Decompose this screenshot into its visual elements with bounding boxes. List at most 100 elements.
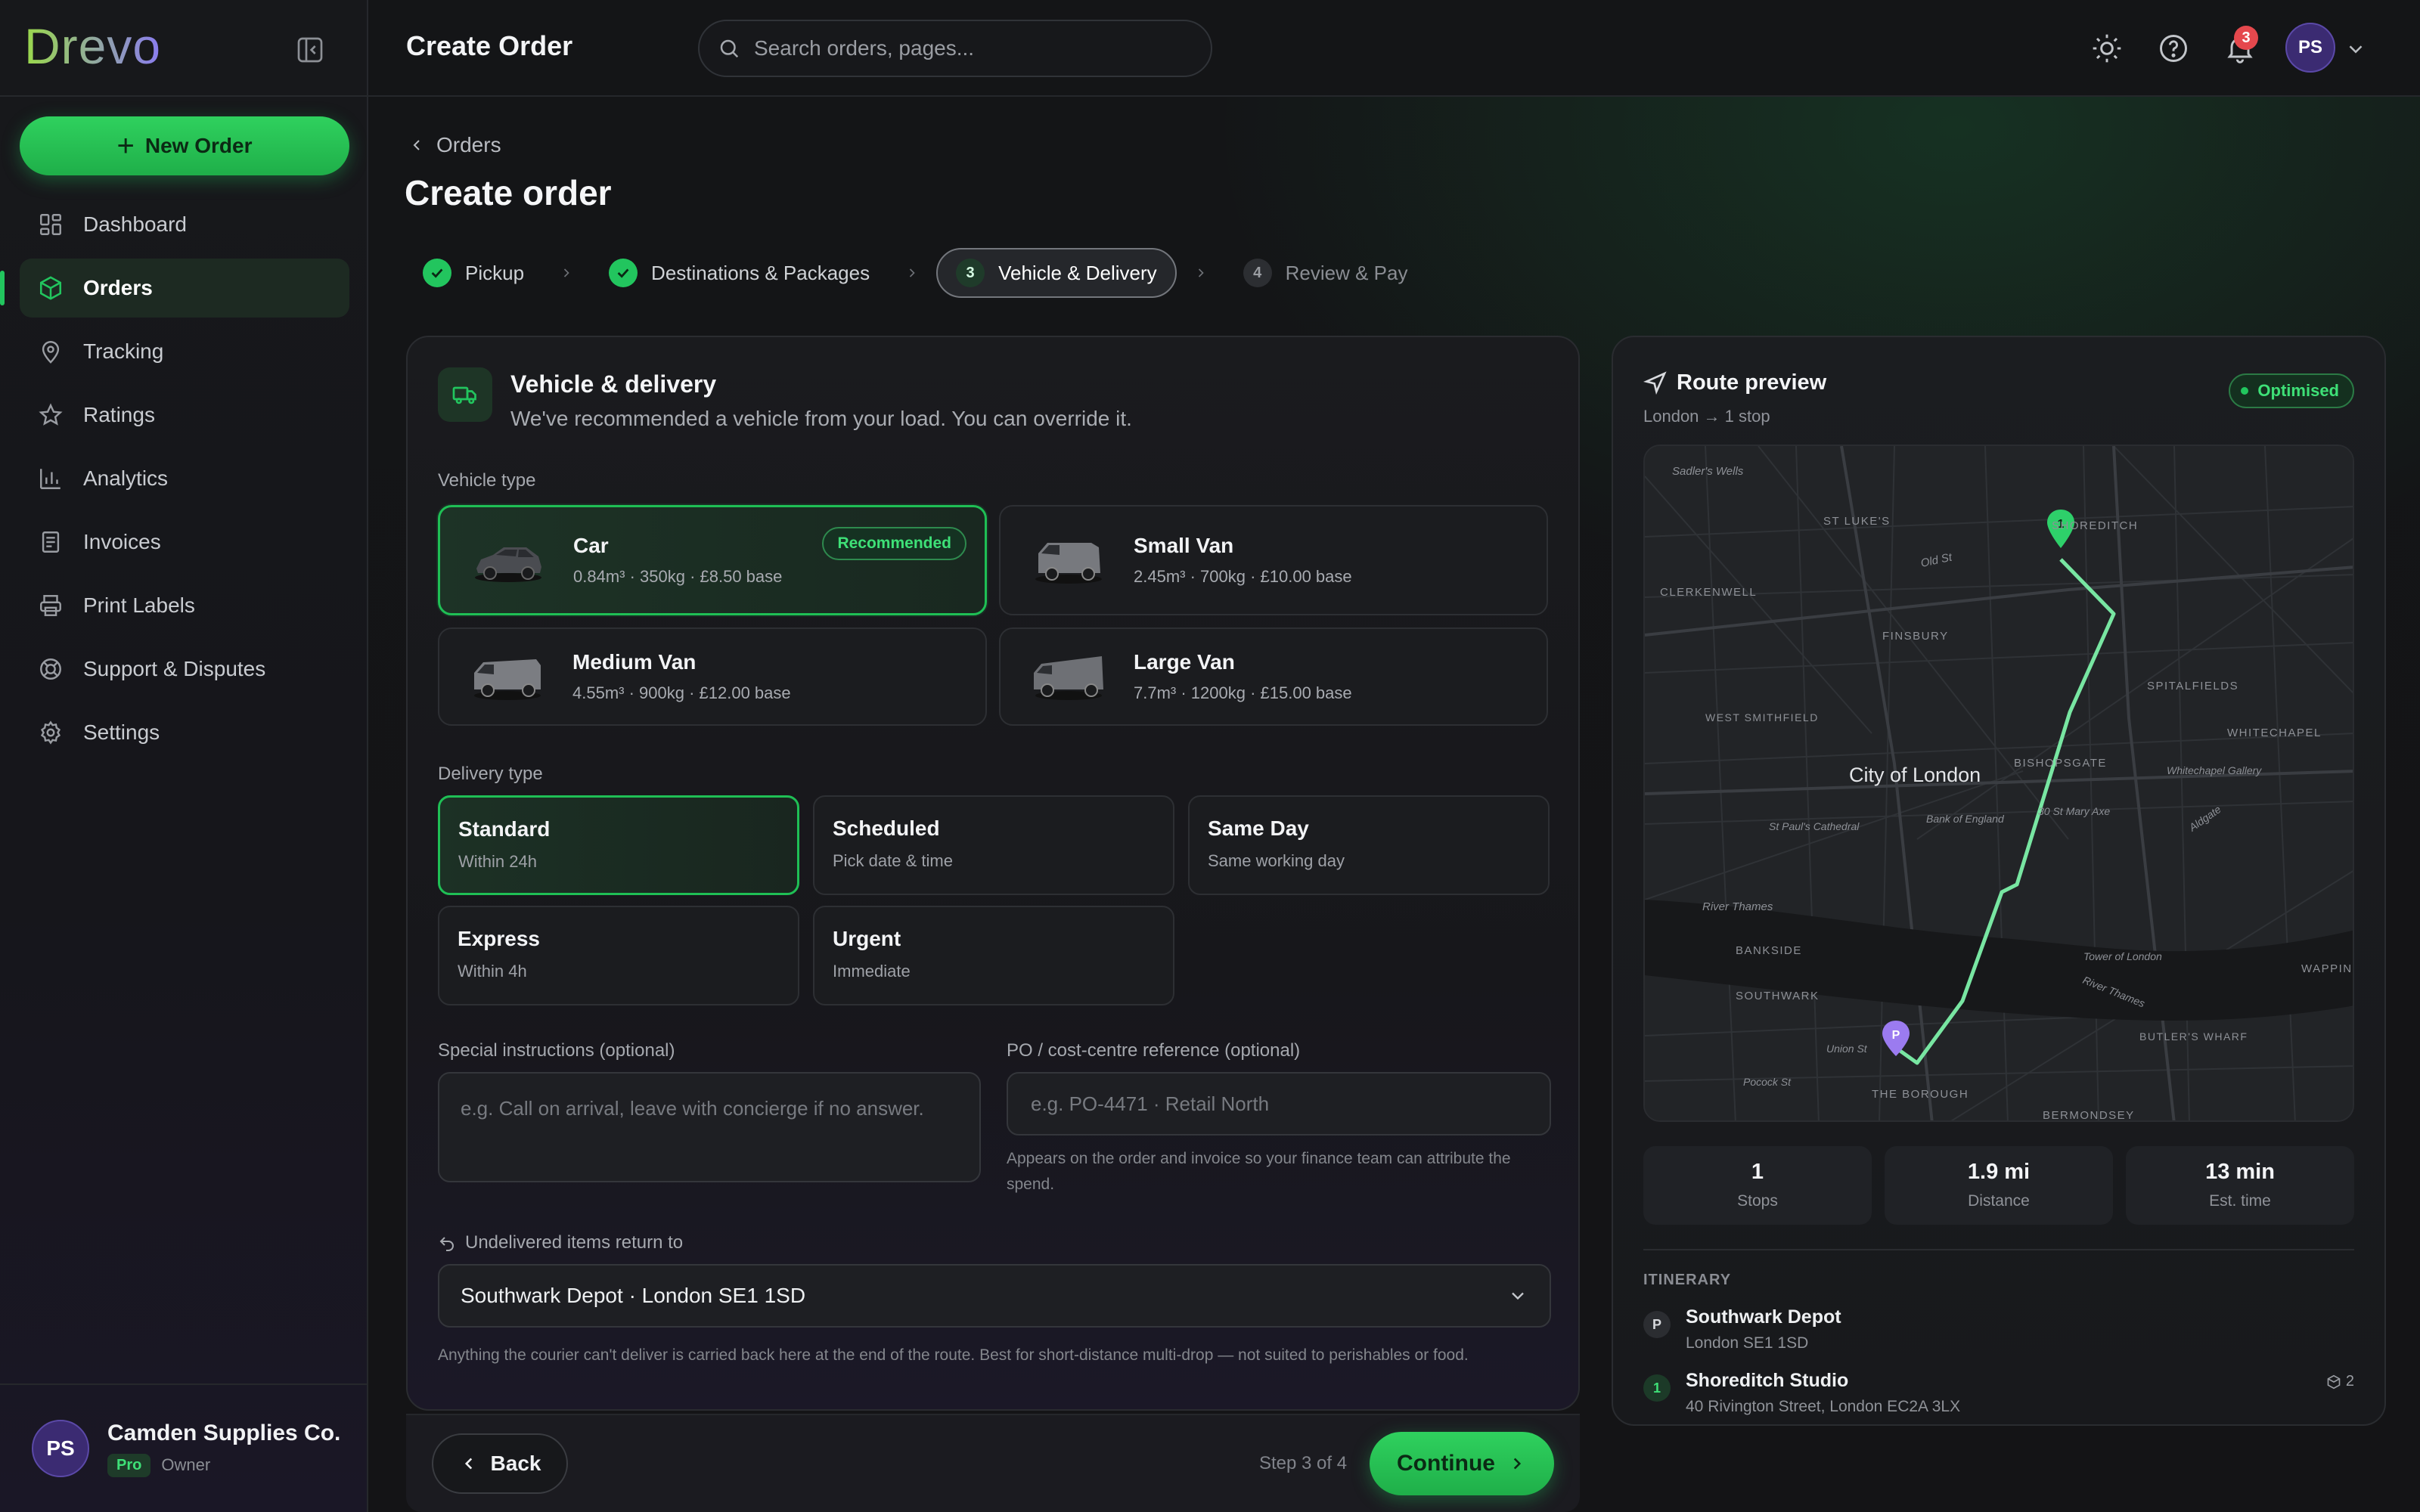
large-van-icon xyxy=(1031,650,1106,703)
itinerary-name: Southwark Depot xyxy=(1686,1306,1841,1328)
search-box[interactable] xyxy=(698,20,1212,77)
order-stepper: Pickup Destinations & Packages 3 Vehicle… xyxy=(405,248,1426,298)
map-label: Sadler's Wells xyxy=(1672,465,1744,478)
sidebar-item-tracking[interactable]: Tracking xyxy=(20,322,349,381)
sidebar-item-label: Analytics xyxy=(83,466,169,490)
route-map[interactable]: P 1 Sadler's Wells ST LUKE'S SHOREDITCH … xyxy=(1643,445,2354,1122)
po-reference-input[interactable] xyxy=(1007,1072,1551,1136)
page-header-title: Create Order xyxy=(406,30,573,61)
step-label: Pickup xyxy=(465,261,525,284)
step-number: 3 xyxy=(956,259,985,287)
step-pickup[interactable]: Pickup xyxy=(405,248,542,298)
delivery-option-urgent[interactable]: Urgent Immediate xyxy=(813,906,1174,1005)
vehicle-option-small-van[interactable]: Small Van 2.45m³ · 700kg · £10.00 base xyxy=(999,505,1548,615)
step-review-pay[interactable]: 4 Review & Pay xyxy=(1225,248,1426,298)
route-title: Route preview xyxy=(1677,370,1827,395)
stat-est-time: 13 min Est. time xyxy=(2126,1146,2354,1225)
sidebar-item-support-disputes[interactable]: Support & Disputes xyxy=(20,640,349,699)
theme-toggle-sun-icon[interactable] xyxy=(2090,32,2124,65)
vehicle-option-medium-van[interactable]: Medium Van 4.55m³ · 900kg · £12.00 base xyxy=(438,627,987,726)
sidebar-item-ratings[interactable]: Ratings xyxy=(20,386,349,445)
sidebar-item-label: Dashboard xyxy=(83,212,187,236)
map-label: City of London xyxy=(1849,764,1981,786)
sidebar-item-invoices[interactable]: Invoices xyxy=(20,513,349,572)
avatar: PS xyxy=(32,1420,89,1477)
map-label: ST LUKE'S xyxy=(1823,515,1891,528)
sidebar-item-print-labels[interactable]: Print Labels xyxy=(20,576,349,635)
itinerary-address: 40 Rivington Street, London EC2A 3LX xyxy=(1686,1398,1961,1415)
map-label: SPITALFIELDS xyxy=(2147,680,2238,692)
sidebar-item-orders[interactable]: Orders xyxy=(0,259,349,318)
continue-label: Continue xyxy=(1397,1451,1495,1476)
delivery-sub: Within 24h xyxy=(458,852,537,871)
sidebar-item-dashboard[interactable]: Dashboard xyxy=(20,195,349,254)
optimised-badge: Optimised xyxy=(2229,373,2354,408)
truck-icon xyxy=(438,367,492,422)
vehicle-option-large-van[interactable]: Large Van 7.7m³ · 1200kg · £15.00 base xyxy=(999,627,1548,726)
search-input[interactable] xyxy=(754,36,1177,60)
vehicle-name: Medium Van xyxy=(572,650,697,674)
return-location-value: Southwark Depot · London SE1 1SD xyxy=(461,1284,806,1307)
map-label: BERMONDSEY xyxy=(2043,1109,2135,1122)
chevron-down-icon[interactable] xyxy=(2344,38,2367,60)
card-title: Vehicle & delivery xyxy=(510,370,717,398)
stat-value: 13 min xyxy=(2205,1160,2275,1184)
map-label: BISHOPSGATE xyxy=(2014,757,2107,770)
return-location-select[interactable]: Southwark Depot · London SE1 1SD xyxy=(438,1264,1551,1328)
collapse-sidebar-icon[interactable] xyxy=(295,35,325,65)
brand-logo[interactable]: Drevo xyxy=(24,18,161,74)
account-meta: Pro Owner xyxy=(107,1453,340,1477)
package-icon xyxy=(2326,1374,2341,1390)
step-destinations-packages[interactable]: Destinations & Packages xyxy=(591,248,888,298)
breadcrumb[interactable]: Orders xyxy=(408,133,501,157)
vehicle-name: Car xyxy=(573,534,609,557)
delivery-sub: Within 4h xyxy=(458,962,527,981)
page-title: Create order xyxy=(405,173,612,212)
chevron-left-icon xyxy=(459,1454,479,1473)
instructions-textarea[interactable] xyxy=(438,1072,981,1182)
lifebuoy-icon xyxy=(38,656,64,682)
itinerary-item-pickup[interactable]: P Southwark Depot London SE1 1SD xyxy=(1643,1306,2354,1352)
map-label: BANKSIDE xyxy=(1736,944,1802,957)
map-label: Tower of London xyxy=(2083,950,2162,962)
delivery-name: Express xyxy=(458,927,540,950)
sidebar: Drevo + New Order Dashboard Orders Track… xyxy=(0,0,368,1512)
sidebar-item-label: Orders xyxy=(83,276,153,299)
continue-button[interactable]: Continue xyxy=(1370,1432,1554,1495)
sidebar-item-analytics[interactable]: Analytics xyxy=(20,449,349,508)
chevron-right-icon xyxy=(904,265,920,280)
delivery-name: Urgent xyxy=(833,927,901,950)
sidebar-item-label: Support & Disputes xyxy=(83,657,266,680)
navigation-arrow-icon xyxy=(1643,370,1668,395)
route-subtitle: London → 1 stop xyxy=(1643,407,1770,426)
check-icon xyxy=(609,259,638,287)
itinerary-name: Shoreditch Studio xyxy=(1686,1370,1849,1391)
po-reference-label: PO / cost-centre reference (optional) xyxy=(1007,1040,1301,1061)
help-icon[interactable] xyxy=(2157,32,2190,65)
card-subtitle: We've recommended a vehicle from your lo… xyxy=(510,407,1132,430)
delivery-option-express[interactable]: Express Within 4h xyxy=(438,906,799,1005)
stat-value: 1.9 mi xyxy=(1967,1160,2031,1184)
user-avatar[interactable]: PS xyxy=(2285,23,2335,73)
back-button[interactable]: Back xyxy=(432,1433,568,1494)
step-vehicle-delivery[interactable]: 3 Vehicle & Delivery xyxy=(936,248,1177,298)
chevron-left-icon xyxy=(408,136,426,154)
delivery-option-scheduled[interactable]: Scheduled Pick date & time xyxy=(813,795,1174,895)
vehicle-meta: 7.7m³ · 1200kg · £15.00 base xyxy=(1134,683,1352,702)
vehicle-name: Large Van xyxy=(1134,650,1235,674)
sidebar-item-label: Ratings xyxy=(83,403,155,426)
delivery-option-same-day[interactable]: Same Day Same working day xyxy=(1188,795,1550,895)
vehicle-option-car[interactable]: Car 0.84m³ · 350kg · £8.50 base Recommen… xyxy=(438,505,987,615)
delivery-option-standard[interactable]: Standard Within 24h xyxy=(438,795,799,895)
sidebar-item-settings[interactable]: Settings xyxy=(20,703,349,762)
itinerary-item-stop[interactable]: 1 Shoreditch Studio 40 Rivington Street,… xyxy=(1643,1370,2354,1416)
sidebar-item-label: Settings xyxy=(83,720,160,744)
instructions-label: Special instructions (optional) xyxy=(438,1040,675,1061)
chevron-right-icon xyxy=(1507,1454,1527,1473)
route-preview-card: Route preview London → 1 stop Optimised xyxy=(1612,336,2386,1426)
new-order-button[interactable]: + New Order xyxy=(20,116,349,175)
account-switcher[interactable]: PS Camden Supplies Co. Pro Owner xyxy=(0,1383,368,1512)
map-label: WAPPING xyxy=(2301,962,2354,975)
breadcrumb-orders-link[interactable]: Orders xyxy=(436,133,501,157)
map-label: 30 St Mary Axe xyxy=(2038,805,2110,817)
